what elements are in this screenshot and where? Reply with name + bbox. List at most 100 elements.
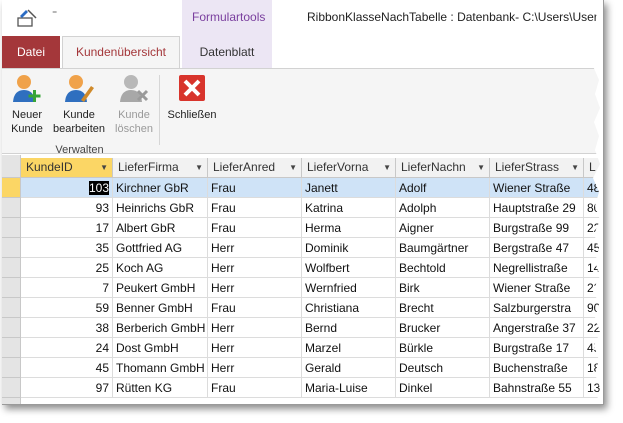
cell-lieferstrasse[interactable]: Burgstraße 17: [490, 338, 584, 358]
cell-lieferanrede[interactable]: Herr: [208, 278, 302, 298]
table-row[interactable]: 7 Peukert GmbH Herr Wernfried Birk Wiener Str…: [21, 278, 603, 298]
cell-lieferfirma[interactable]: Koch AG: [113, 258, 208, 278]
cell-liefernachname[interactable]: Adolf: [396, 178, 490, 198]
cell-lieferstrasse[interactable]: Angerstraße 37: [490, 318, 584, 338]
tab-kundenuebersicht[interactable]: Kundenübersicht: [62, 36, 180, 69]
cell-lieferstrasse[interactable]: Wiener Straße: [490, 278, 584, 298]
record-selector[interactable]: [2, 358, 20, 378]
record-selector[interactable]: [2, 298, 20, 318]
column-filter-dropdown-icon[interactable]: ▼: [100, 158, 108, 177]
delete-customer-button[interactable]: Kunde löschen: [110, 72, 158, 136]
cell-liefernachname[interactable]: Brecht: [396, 298, 490, 318]
record-selector[interactable]: [2, 338, 20, 358]
column-header-kundeid[interactable]: KundeID ▼: [21, 158, 113, 178]
cell-kundeid[interactable]: 93: [21, 198, 113, 218]
edit-customer-button[interactable]: Kunde bearbeiten: [48, 72, 110, 136]
design-view-icon[interactable]: [16, 6, 40, 28]
cell-lieferanrede[interactable]: Herr: [208, 258, 302, 278]
cell-lieferanrede[interactable]: Herr: [208, 358, 302, 378]
cell-lieferanrede[interactable]: Frau: [208, 198, 302, 218]
cell-lieferfirma[interactable]: Rütten KG: [113, 378, 208, 398]
cell-liefernachname[interactable]: Adolph: [396, 198, 490, 218]
table-row[interactable]: 25 Koch AG Herr Wolfbert Bechtold Negrellistr…: [21, 258, 603, 278]
column-filter-dropdown-icon[interactable]: ▼: [477, 158, 485, 177]
cell-lieferstrasse[interactable]: Wiener Straße: [490, 178, 584, 198]
cell-lieferanrede[interactable]: Herr: [208, 338, 302, 358]
qat-customize-dropdown[interactable]: ⁼: [52, 9, 57, 20]
column-filter-dropdown-icon[interactable]: ▼: [195, 158, 203, 177]
cell-liefernachname[interactable]: Baumgärtner: [396, 238, 490, 258]
cell-liefernachname[interactable]: Bechtold: [396, 258, 490, 278]
cell-liefervorname[interactable]: Herma: [302, 218, 396, 238]
cell-kundeid[interactable]: 97: [21, 378, 113, 398]
cell-liefervorname[interactable]: Gerald: [302, 358, 396, 378]
cell-liefervorname[interactable]: Katrina: [302, 198, 396, 218]
cell-kundeid[interactable]: 45: [21, 358, 113, 378]
cell-liefervorname[interactable]: Marzel: [302, 338, 396, 358]
cell-liefernachname[interactable]: Deutsch: [396, 358, 490, 378]
cell-lieferstrasse[interactable]: Burgstraße 99: [490, 218, 584, 238]
cell-lieferstrasse[interactable]: Bahnstraße 55: [490, 378, 584, 398]
cell-kundeid[interactable]: 59: [21, 298, 113, 318]
column-filter-dropdown-icon[interactable]: ▼: [383, 158, 391, 177]
cell-liefervorname[interactable]: Wolfbert: [302, 258, 396, 278]
cell-liefervorname[interactable]: Christiana: [302, 298, 396, 318]
table-row[interactable]: 24 Dost GmbH Herr Marzel Bürkle Burgstraße 17…: [21, 338, 603, 358]
record-selector[interactable]: [2, 278, 20, 298]
table-row[interactable]: 59 Benner GmbH Frau Christiana Brecht Salzbur…: [21, 298, 603, 318]
cell-lieferstrasse[interactable]: Buchenstraße: [490, 358, 584, 378]
cell-lieferstrasse[interactable]: Hauptstraße 29: [490, 198, 584, 218]
record-selector[interactable]: [2, 198, 20, 218]
cell-lieferanrede[interactable]: Frau: [208, 218, 302, 238]
cell-kundeid[interactable]: 7: [21, 278, 113, 298]
tab-datei[interactable]: Datei: [2, 36, 60, 68]
table-row[interactable]: 17 Albert GbR Frau Herma Aigner Burgstraße 99…: [21, 218, 603, 238]
column-filter-dropdown-icon[interactable]: ▼: [571, 158, 579, 177]
record-selector[interactable]: [2, 318, 20, 338]
cell-lieferfirma[interactable]: Heinrichs GbR: [113, 198, 208, 218]
cell-liefervorname[interactable]: Janett: [302, 178, 396, 198]
column-filter-dropdown-icon[interactable]: ▼: [289, 158, 297, 177]
cell-lieferanrede[interactable]: Herr: [208, 318, 302, 338]
cell-lieferstrasse[interactable]: Negrellistraße: [490, 258, 584, 278]
table-row[interactable]: 38 Berberich GmbH Herr Bernd Brucker Angerstr…: [21, 318, 603, 338]
column-header-lieferstrasse[interactable]: LieferStrass ▼: [490, 158, 584, 178]
tab-datenblatt[interactable]: Datenblatt: [182, 36, 272, 68]
column-header-liefervorname[interactable]: LieferVorna ▼: [302, 158, 396, 178]
cell-lieferfirma[interactable]: Kirchner GbR: [113, 178, 208, 198]
cell-lieferanrede[interactable]: Frau: [208, 178, 302, 198]
cell-liefernachname[interactable]: Birk: [396, 278, 490, 298]
column-header-lieferfirma[interactable]: LieferFirma ▼: [113, 158, 208, 178]
cell-liefernachname[interactable]: Bürkle: [396, 338, 490, 358]
cell-lieferfirma[interactable]: Thomann GmbH: [113, 358, 208, 378]
column-header-liefernachname[interactable]: LieferNachn ▼: [396, 158, 490, 178]
select-all-corner[interactable]: [2, 158, 21, 178]
cell-liefernachname[interactable]: Dinkel: [396, 378, 490, 398]
cell-kundeid[interactable]: 25: [21, 258, 113, 278]
close-button[interactable]: Schließen: [162, 72, 222, 122]
cell-kundeid[interactable]: 35: [21, 238, 113, 258]
column-header-lieferanrede[interactable]: LieferAnred ▼: [208, 158, 302, 178]
cell-lieferfirma[interactable]: Gottfried AG: [113, 238, 208, 258]
record-selector[interactable]: [2, 378, 20, 398]
cell-lieferfirma[interactable]: Dost GmbH: [113, 338, 208, 358]
record-selector[interactable]: [2, 238, 20, 258]
table-row[interactable]: 35 Gottfried AG Herr Dominik Baumgärtner Berg…: [21, 238, 603, 258]
cell-lieferanrede[interactable]: Frau: [208, 298, 302, 318]
cell-lieferfirma[interactable]: Berberich GmbH: [113, 318, 208, 338]
cell-kundeid[interactable]: 17: [21, 218, 113, 238]
cell-lieferfirma[interactable]: Benner GmbH: [113, 298, 208, 318]
cell-liefervorname[interactable]: Dominik: [302, 238, 396, 258]
cell-lieferstrasse[interactable]: Bergstraße 47: [490, 238, 584, 258]
cell-kundeid[interactable]: 24: [21, 338, 113, 358]
table-row[interactable]: 45 Thomann GmbH Herr Gerald Deutsch Buchenstr…: [21, 358, 603, 378]
cell-liefernachname[interactable]: Aigner: [396, 218, 490, 238]
cell-liefernachname[interactable]: Brucker: [396, 318, 490, 338]
cell-kundeid[interactable]: 38: [21, 318, 113, 338]
cell-liefervorname[interactable]: Maria-Luise: [302, 378, 396, 398]
table-row[interactable]: 93 Heinrichs GbR Frau Katrina Adolph Hauptstr…: [21, 198, 603, 218]
cell-liefervorname[interactable]: Wernfried: [302, 278, 396, 298]
cell-lieferfirma[interactable]: Peukert GmbH: [113, 278, 208, 298]
cell-lieferstrasse[interactable]: Salzburgerstra: [490, 298, 584, 318]
record-selector[interactable]: [2, 218, 20, 238]
